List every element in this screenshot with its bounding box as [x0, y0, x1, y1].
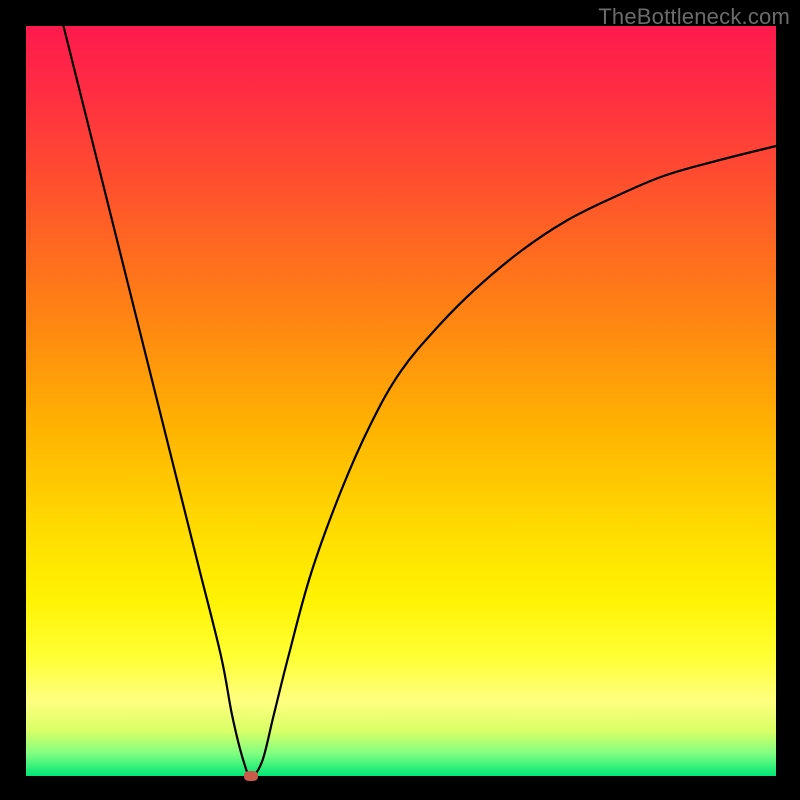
chart-frame: TheBottleneck.com [0, 0, 800, 800]
plot-area [26, 26, 776, 776]
bottleneck-curve [64, 26, 777, 776]
watermark-text: TheBottleneck.com [598, 4, 790, 30]
optimum-marker [244, 771, 258, 781]
curve-svg [26, 26, 776, 776]
